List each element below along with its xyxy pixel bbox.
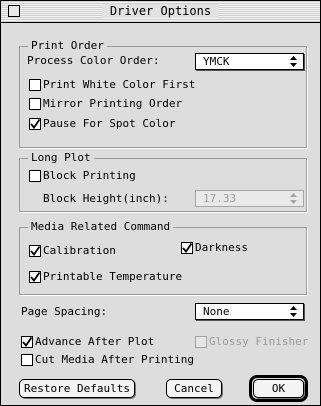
checkmark-icon [182,243,192,253]
print-order-group-title: Print Order [28,39,107,53]
calibration-checkbox[interactable] [29,245,41,257]
printable-temperature-label[interactable]: Printable Temperature [43,270,182,284]
long-plot-group-title: Long Plot [28,151,94,165]
page-spacing-value: None [203,305,230,318]
close-box-icon[interactable] [8,5,20,17]
process-color-order-popup[interactable]: YMCK [195,53,304,70]
page-spacing-popup[interactable]: None [195,303,304,320]
block-printing-label[interactable]: Block Printing [43,169,136,183]
title-bar[interactable]: Driver Options [1,1,320,23]
darkness-checkbox[interactable] [181,242,193,254]
media-related-command-group-title: Media Related Command [28,220,174,234]
process-color-order-value: YMCK [203,55,230,68]
advance-after-plot-label[interactable]: Advance After Plot [35,335,154,349]
ok-button[interactable]: OK [253,379,304,398]
darkness-label[interactable]: Darkness [195,241,248,255]
pause-for-spot-color-checkbox[interactable] [29,118,41,130]
checkmark-icon [30,119,40,129]
restore-defaults-button[interactable]: Restore Defaults [19,379,135,398]
cut-media-after-printing-label[interactable]: Cut Media After Printing [35,353,194,367]
pause-for-spot-color-label[interactable]: Pause For Spot Color [43,117,175,131]
mirror-printing-order-label[interactable]: Mirror Printing Order [43,97,182,111]
block-printing-checkbox[interactable] [29,170,41,182]
block-height-stepper[interactable]: 17.33 [195,190,304,207]
media-related-command-group: Media Related Command [19,220,307,295]
block-height-value: 17.33 [203,192,237,205]
print-white-first-checkbox[interactable] [29,79,41,91]
calibration-label[interactable]: Calibration [43,244,116,258]
checkmark-icon [30,246,40,256]
cut-media-after-printing-checkbox[interactable] [21,354,33,366]
mirror-printing-order-checkbox[interactable] [29,98,41,110]
glossy-finisher-label[interactable]: Glossy Finisher [209,335,308,349]
updown-arrows-icon [290,56,297,67]
glossy-finisher-checkbox[interactable] [195,336,207,348]
window-title: Driver Options [102,4,219,18]
printable-temperature-checkbox[interactable] [29,271,41,283]
print-white-first-label[interactable]: Print White Color First [43,78,195,92]
block-height-label: Block Height(inch): [43,192,169,205]
updown-arrows-icon [290,306,297,317]
checkmark-icon [30,272,40,282]
advance-after-plot-checkbox[interactable] [21,336,33,348]
checkmark-icon [22,337,32,347]
driver-options-dialog: Driver Options Print Order Process Color… [0,0,321,406]
page-spacing-label: Page Spacing: [21,305,108,318]
process-color-order-label: Process Color Order: [27,54,160,67]
stepper-arrows-icon [290,193,297,204]
cancel-button[interactable]: Cancel [166,379,222,398]
